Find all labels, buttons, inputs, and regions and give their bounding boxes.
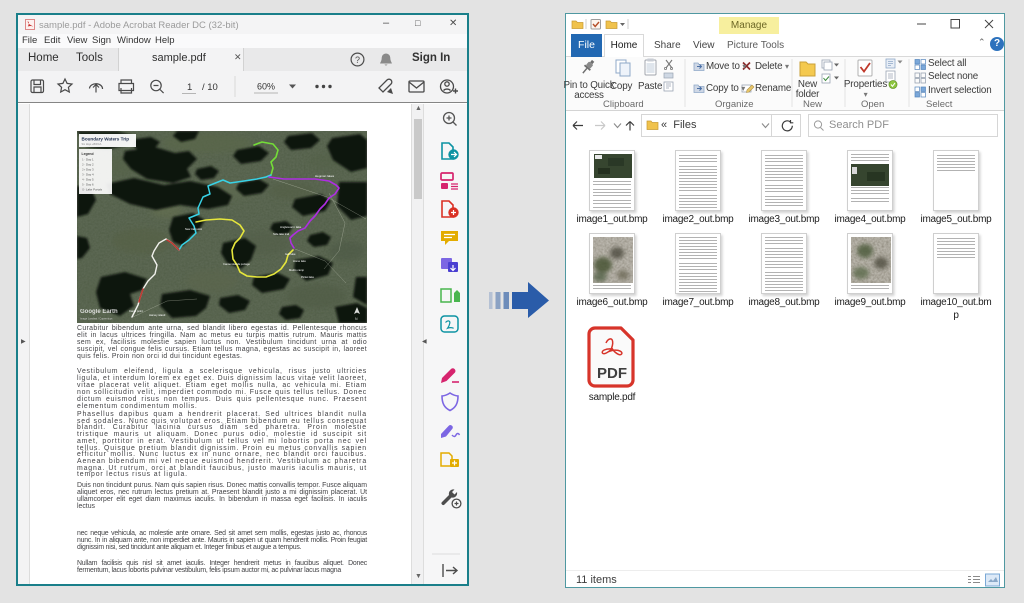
svg-text:Google Earth: Google Earth [80,309,118,315]
svg-text:4-: 4- [82,178,85,182]
svg-text:Mudro camp: Mudro camp [289,268,304,272]
svg-text:Day 5: Day 5 [86,178,94,182]
svg-text:Camp point: Camp point [129,309,143,313]
svg-text:Hegman lakes: Hegman lakes [315,174,335,178]
svg-text:Six days +BWCA: Six days +BWCA [82,142,102,146]
svg-text:Gull lake: Gull lake [285,252,296,256]
svg-text:Boundary Waters Trip: Boundary Waters Trip [82,137,130,142]
svg-text:3-: 3- [82,173,85,177]
svg-text:Canoe islands portage: Canoe islands portage [223,262,250,266]
svg-text:Home lake: Home lake [293,259,306,263]
svg-text:Lake Portals: Lake Portals [86,188,103,192]
svg-text:Day 4: Day 4 [86,173,94,177]
svg-text:Angleworm lake: Angleworm lake [280,225,302,229]
svg-text:?: ? [355,55,360,65]
svg-text:Legend: Legend [82,152,94,156]
svg-text:Picket lake: Picket lake [301,275,315,279]
svg-text:New trail point: New trail point [185,227,202,231]
svg-text:Harvey island: Harvey island [149,313,166,317]
svg-text:2+: 2+ [82,168,86,172]
svg-text:Day 1: Day 1 [86,158,94,162]
svg-text:Day 6: Day 6 [86,183,94,187]
svg-text:Day 3: Day 3 [86,168,94,172]
svg-text:Image Landsat / Copernicus: Image Landsat / Copernicus [80,317,113,321]
svg-text:G-: G- [82,188,85,192]
svg-text:60%: 60% [257,82,275,92]
svg-text:1-: 1- [82,158,85,162]
svg-text:1: 1 [187,82,192,93]
svg-text:/ 10: / 10 [202,82,218,93]
svg-text:PDF: PDF [597,365,627,382]
svg-text:2-: 2- [82,163,85,167]
svg-text:Day 2: Day 2 [86,163,94,167]
svg-text:5-: 5- [82,183,85,187]
svg-text:Side lake trail: Side lake trail [273,232,290,236]
